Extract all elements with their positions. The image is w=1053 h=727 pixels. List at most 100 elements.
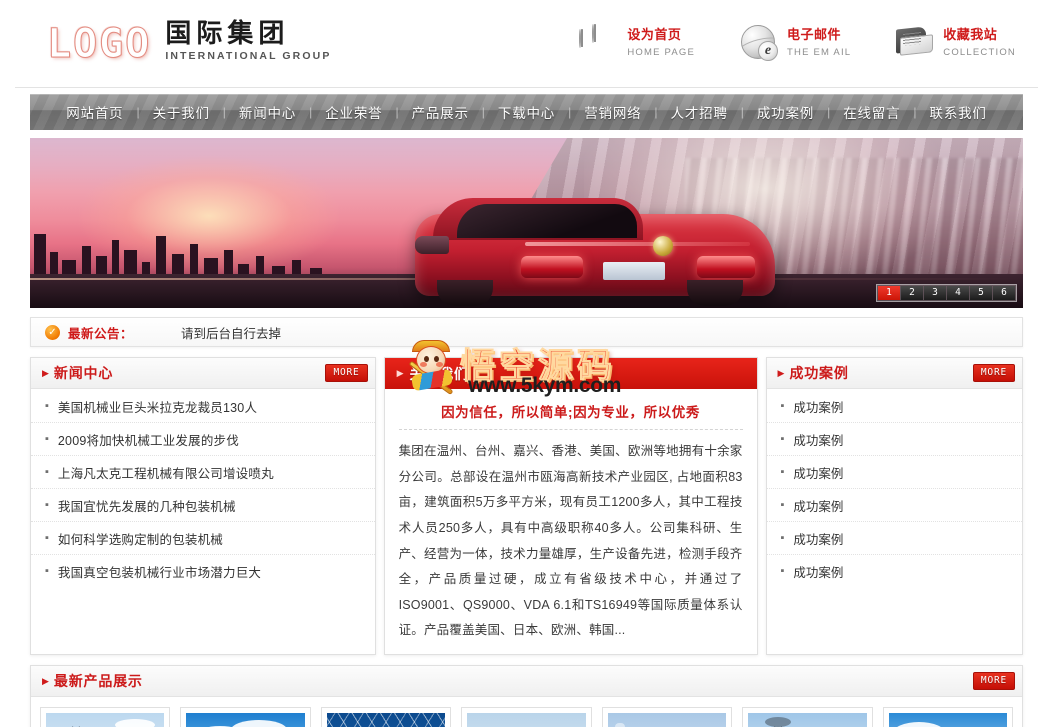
- nav-item-home[interactable]: 网站首页: [53, 102, 136, 122]
- product-thumb-image: [46, 713, 165, 727]
- utility-label-cn: 电子邮件: [787, 27, 842, 43]
- bullet-icon: ▪: [45, 399, 49, 412]
- products-panel-title: 最新产品展示: [53, 673, 143, 689]
- about-divider: [398, 429, 743, 430]
- news-list-item[interactable]: ▪ 美国机械业巨头米拉克龙裁员130人: [31, 390, 375, 423]
- logo-text: 国际集团 INTERNATIONAL GROUP: [165, 18, 332, 64]
- nav-separator: |: [481, 105, 485, 119]
- bullet-icon: ▪: [780, 565, 785, 577]
- banner-page-5[interactable]: 5: [970, 286, 992, 300]
- product-thumb-item[interactable]: [882, 707, 1013, 727]
- utility-label-en: HOME PAGE: [627, 47, 696, 59]
- utility-set-homepage-labels: 设为首页 HOME PAGE: [627, 25, 695, 59]
- hero-banner[interactable]: 1 2 3 4 5 6: [30, 138, 1023, 308]
- utility-label-en: COLLECTION: [943, 47, 1016, 59]
- product-thumb-item[interactable]: [742, 707, 873, 727]
- products-more-button[interactable]: MORE: [972, 672, 1015, 690]
- product-thumb-image: [748, 713, 867, 727]
- chevron-right-icon: ▶: [777, 367, 785, 378]
- about-slogan: 因为信任，所以简单;因为专业，所以优秀: [441, 405, 700, 420]
- logo-mark: LOGO: [46, 21, 152, 68]
- news-panel-title: 新闻中心: [53, 365, 114, 381]
- bullet-icon: ▪: [780, 399, 785, 412]
- nav-separator: |: [222, 105, 226, 119]
- product-thumb-item[interactable]: [601, 707, 733, 727]
- page-root: LOGO 国际集团 INTERNATIONAL GROUP 设为首页 HOME …: [0, 0, 1053, 727]
- bullet-icon: ▪: [780, 465, 785, 478]
- news-panel: ▶ 新闻中心 MORE ▪ 美国机械业巨头米拉克龙裁员130人 ▪ 2009将加…: [30, 357, 376, 655]
- news-list-item[interactable]: ▪ 2009将加快机械工业发展的步伐: [31, 423, 375, 456]
- about-panel-header: ▶ 关于我们: [384, 358, 757, 389]
- news-list-item[interactable]: ▪ 我国真空包装机械行业市场潜力巨大: [31, 555, 375, 588]
- nav-separator: |: [568, 105, 572, 119]
- banner-pagination: 1 2 3 4 5 6: [876, 284, 1017, 302]
- product-thumb-item[interactable]: [461, 707, 592, 727]
- nav-item-honor[interactable]: 企业荣誉: [312, 102, 395, 122]
- banner-car: [415, 176, 775, 306]
- nav-item-cases[interactable]: 成功案例: [744, 102, 827, 122]
- nav-item-products[interactable]: 产品展示: [399, 102, 482, 122]
- nav-item-network[interactable]: 营销网络: [571, 102, 654, 122]
- utility-email[interactable]: e 电子邮件 THE EM AIL: [739, 22, 851, 62]
- cases-panel-header: ▶ 成功案例 MORE: [766, 358, 1022, 389]
- nav-item-jobs[interactable]: 人才招聘: [658, 102, 741, 122]
- nav-item-about[interactable]: 关于我们: [140, 102, 223, 122]
- announcement-text[interactable]: 请到后台自行去掉: [181, 323, 281, 342]
- cases-more-button[interactable]: MORE: [972, 364, 1015, 382]
- product-thumb-item[interactable]: [320, 707, 452, 727]
- banner-page-3[interactable]: 3: [924, 286, 946, 300]
- site-header: LOGO 国际集团 INTERNATIONAL GROUP 设为首页 HOME …: [15, 0, 1038, 88]
- logo-title-en: INTERNATIONAL GROUP: [165, 50, 332, 63]
- nav-item-contact[interactable]: 联系我们: [917, 102, 1000, 122]
- case-item-title: 成功案例: [793, 466, 844, 481]
- news-item-title: 美国机械业巨头米拉克龙裁员130人: [57, 400, 258, 415]
- chevron-right-icon: ▶: [42, 675, 49, 686]
- utility-set-homepage[interactable]: 设为首页 HOME PAGE: [579, 22, 695, 62]
- bullet-icon: ▪: [45, 498, 49, 511]
- about-panel-body: 因为信任，所以简单;因为专业，所以优秀 集团在温州、台州、嘉兴、香港、美国、欧洲…: [385, 389, 757, 654]
- news-list-item[interactable]: ▪ 上海凡太克工程机械有限公司增设喷丸: [31, 456, 375, 489]
- case-item-title: 成功案例: [793, 499, 844, 514]
- bullet-icon: ▪: [45, 565, 49, 577]
- news-list-item[interactable]: ▪ 我国宜忧先发展的几种包装机械: [31, 489, 375, 522]
- products-thumbnail-strip: [31, 697, 1022, 727]
- utility-favorite-labels: 收藏我站 COLLECTION: [943, 25, 1016, 59]
- products-panel-header: ▶ 最新产品展示 MORE: [31, 666, 1022, 697]
- people-icon: [579, 22, 619, 62]
- nav-separator: |: [309, 105, 313, 119]
- product-thumb-item[interactable]: [40, 707, 171, 727]
- news-list-item[interactable]: ▪ 如何科学选购定制的包装机械: [31, 522, 375, 555]
- product-thumb-image: [607, 713, 727, 727]
- nav-separator: |: [827, 105, 831, 119]
- news-panel-header: ▶ 新闻中心 MORE: [31, 358, 375, 389]
- bullet-icon: ▪: [45, 432, 49, 445]
- utility-add-favorite[interactable]: 收藏我站 COLLECTION: [895, 22, 1016, 62]
- check-badge-icon: [45, 324, 60, 340]
- products-panel: ▶ 最新产品展示 MORE: [30, 665, 1023, 727]
- banner-page-2[interactable]: 2: [901, 286, 923, 300]
- case-item-title: 成功案例: [793, 433, 844, 448]
- banner-page-6[interactable]: 6: [993, 286, 1015, 300]
- about-text: 集团在温州、台州、嘉兴、香港、美国、欧洲等地拥有十余家分公司。总部设在温州市瓯海…: [398, 444, 743, 638]
- utility-label-en: THE EM AIL: [787, 47, 852, 59]
- case-list-item[interactable]: ▪ 成功案例: [766, 390, 1022, 423]
- case-list-item[interactable]: ▪ 成功案例: [766, 423, 1022, 456]
- news-more-button[interactable]: MORE: [325, 364, 368, 382]
- product-thumb-item[interactable]: [180, 707, 311, 727]
- case-list-item[interactable]: ▪ 成功案例: [766, 489, 1022, 522]
- globe-email-icon: e: [739, 22, 779, 62]
- case-list-item[interactable]: ▪ 成功案例: [766, 456, 1022, 489]
- cases-panel-title: 成功案例: [789, 365, 849, 381]
- chevron-right-icon: ▶: [396, 368, 404, 378]
- nav-separator: |: [654, 105, 658, 119]
- news-item-title: 上海凡太克工程机械有限公司增设喷丸: [57, 466, 274, 481]
- banner-page-1[interactable]: 1: [878, 286, 900, 300]
- nav-item-message[interactable]: 在线留言: [830, 102, 913, 122]
- case-list-item[interactable]: ▪ 成功案例: [766, 522, 1022, 555]
- case-list-item[interactable]: ▪ 成功案例: [767, 555, 1022, 588]
- banner-page-4[interactable]: 4: [947, 286, 969, 300]
- site-logo[interactable]: LOGO 国际集团 INTERNATIONAL GROUP: [46, 18, 332, 68]
- logo-title-cn: 国际集团: [165, 18, 290, 48]
- nav-item-download[interactable]: 下载中心: [485, 102, 568, 122]
- nav-item-news[interactable]: 新闻中心: [226, 102, 309, 122]
